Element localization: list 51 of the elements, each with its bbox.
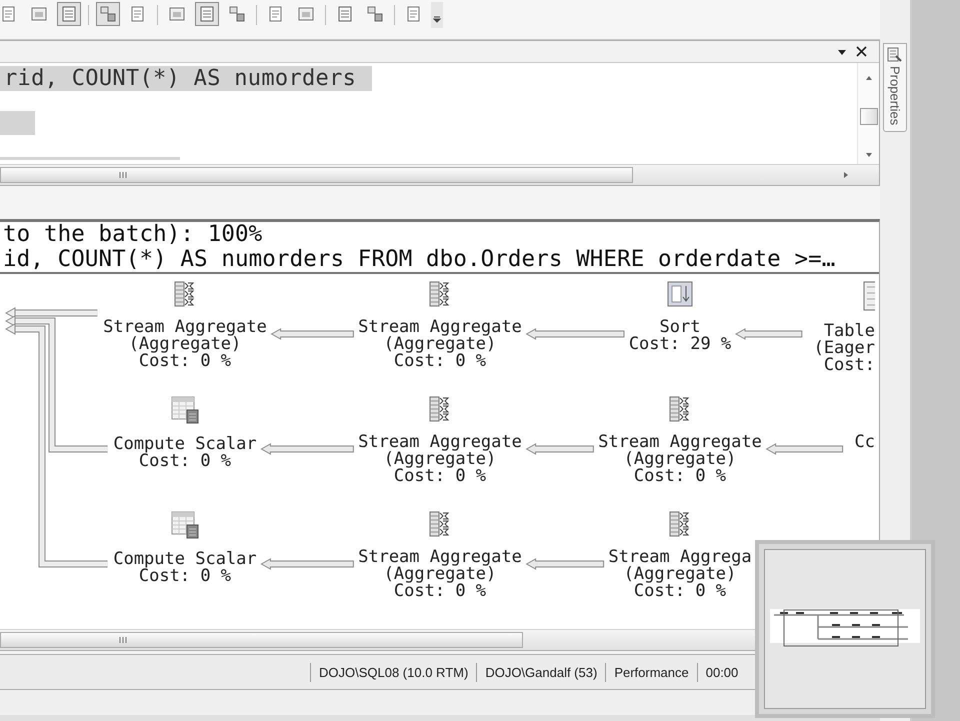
operator-label: Stream Aggregate (Aggregate) Cost: 0 % bbox=[358, 549, 522, 600]
toolbar-button[interactable] bbox=[57, 2, 81, 26]
status-item: DOJO\Gandalf (53) bbox=[476, 662, 606, 682]
scroll-down-icon[interactable] bbox=[864, 152, 872, 158]
scroll-thumb[interactable] bbox=[0, 167, 633, 183]
dropdown-icon[interactable] bbox=[837, 48, 847, 56]
scroll-thumb[interactable] bbox=[0, 632, 523, 648]
vertical-scrollbar[interactable] bbox=[857, 63, 879, 164]
stream-aggregate-icon[interactable] bbox=[428, 281, 452, 307]
window-icon bbox=[30, 5, 48, 23]
horizontal-scrollbar[interactable] bbox=[0, 164, 879, 185]
stream-aggregate-icon[interactable] bbox=[668, 511, 692, 537]
status-item: DOJO\SQL08 (10.0 RTM) bbox=[310, 662, 476, 682]
toolbar-overflow-button[interactable] bbox=[431, 2, 443, 28]
table-icon[interactable] bbox=[863, 281, 875, 311]
scroll-thumb[interactable] bbox=[860, 108, 878, 125]
query-header-line: id, COUNT(*) AS numorders FROM dbo.Orders WHERE orderdate >=… bbox=[3, 247, 836, 272]
query-header-line: to the batch): 100% bbox=[3, 222, 264, 247]
stream-aggregate-icon[interactable] bbox=[428, 511, 452, 537]
operator-label: Cc bbox=[854, 434, 875, 451]
flow-arrow bbox=[526, 443, 594, 455]
operator-label: Compute Scalar Cost: 0 % bbox=[113, 436, 257, 470]
operator-label: Stream Aggregate (Aggregate) Cost: 0 % bbox=[358, 319, 522, 370]
grip-icon bbox=[119, 637, 127, 644]
status-item: 00:00 bbox=[696, 662, 746, 682]
scroll-up-icon[interactable] bbox=[864, 75, 872, 81]
grip-icon bbox=[119, 172, 127, 178]
operator-label: Stream Aggregate (Aggregate) Cost: 0 % bbox=[103, 319, 267, 370]
operator-label: Stream Aggregate (Aggregate) Cost: 0 % bbox=[598, 434, 762, 485]
operator-label: Sort Cost: 29 % bbox=[628, 319, 732, 353]
stream-aggregate-icon[interactable] bbox=[173, 281, 197, 307]
scroll-right-icon[interactable] bbox=[843, 171, 849, 179]
close-icon[interactable] bbox=[856, 46, 867, 57]
form-icon bbox=[60, 5, 78, 23]
properties-icon bbox=[887, 47, 903, 63]
toolbar-button[interactable] bbox=[195, 2, 219, 26]
operator-label: Stream Aggrega (Aggregate) Cost: 0 % bbox=[608, 549, 752, 600]
side-tab[interactable]: Properties bbox=[883, 43, 907, 132]
operator-label: Stream Aggregate (Aggregate) Cost: 0 % bbox=[358, 434, 522, 485]
stream-aggregate-icon[interactable] bbox=[428, 396, 452, 422]
toolbar-button[interactable] bbox=[96, 2, 120, 26]
plan-overview-popup[interactable] bbox=[755, 540, 935, 718]
flowchart-icon bbox=[99, 5, 117, 23]
operator-label: Compute Scalar Cost: 0 % bbox=[113, 551, 257, 585]
operator-label: Table (Eager Cost: bbox=[814, 323, 875, 374]
flow-arrow bbox=[734, 328, 802, 340]
table-calculator-icon[interactable] bbox=[171, 396, 199, 424]
stream-aggregate-icon[interactable] bbox=[668, 396, 692, 422]
status-item: Performance bbox=[605, 662, 697, 682]
table-calculator-icon[interactable] bbox=[171, 511, 199, 539]
sort-icon[interactable] bbox=[667, 281, 693, 307]
